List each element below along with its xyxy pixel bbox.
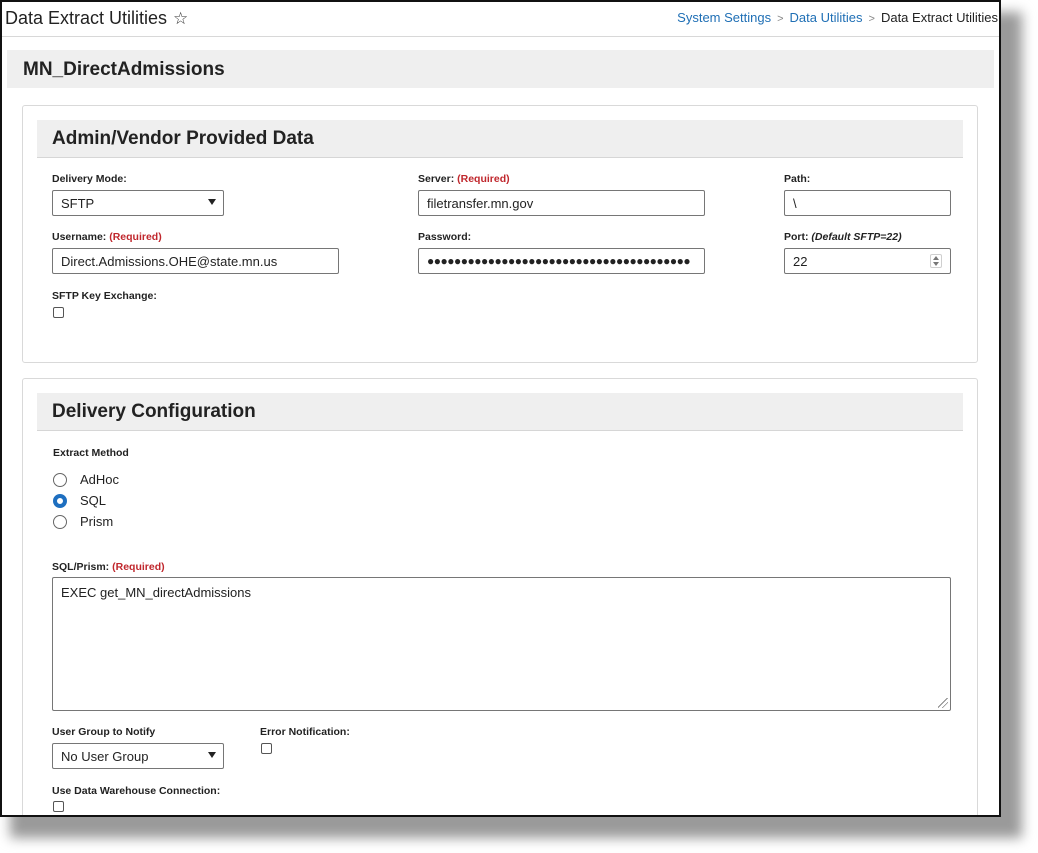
delivery-mode-label: Delivery Mode: xyxy=(52,173,127,185)
sftp-key-exchange-checkbox[interactable] xyxy=(53,307,64,318)
app-title-text: Data Extract Utilities xyxy=(5,8,168,28)
sql-prism-label-text: SQL/Prism: xyxy=(52,561,110,573)
page-header: MN_DirectAdmissions xyxy=(7,50,994,88)
username-label: Username: (Required) xyxy=(52,231,162,243)
username-label-text: Username: xyxy=(52,231,107,243)
radio-sql-label: SQL xyxy=(80,493,107,508)
favorite-star-icon[interactable]: ☆ xyxy=(173,9,188,29)
data-warehouse-checkbox[interactable] xyxy=(53,801,64,812)
delivery-config-panel: Delivery Configuration Extract Method Ad… xyxy=(22,378,978,815)
spinner-icon[interactable] xyxy=(930,254,942,268)
port-label-text: Port: xyxy=(784,231,809,243)
sftp-key-exchange-label: SFTP Key Exchange: xyxy=(52,290,157,302)
username-input[interactable]: Direct.Admissions.OHE@state.mn.us xyxy=(52,248,339,274)
delivery-mode-value: SFTP xyxy=(61,196,95,211)
resize-handle-icon[interactable] xyxy=(938,698,948,708)
port-value: 22 xyxy=(793,254,808,269)
radio-prism-circle[interactable] xyxy=(53,515,67,529)
page-title: MN_DirectAdmissions xyxy=(23,59,225,80)
user-group-label: User Group to Notify xyxy=(52,726,156,738)
user-group-select[interactable]: No User Group xyxy=(52,743,224,769)
top-bar: Data Extract Utilities ☆ System Settings >… xyxy=(2,2,999,37)
app-window: Data Extract Utilities ☆ System Settings >… xyxy=(0,0,1001,817)
admin-vendor-header: Admin/Vendor Provided Data xyxy=(37,120,963,158)
admin-vendor-panel: Admin/Vendor Provided Data Delivery Mode… xyxy=(22,105,978,363)
server-label: Server: (Required) xyxy=(418,173,510,185)
error-notification-checkbox[interactable] xyxy=(261,743,272,754)
path-input[interactable]: \ xyxy=(784,190,951,216)
server-label-text: Server: xyxy=(418,173,455,185)
extract-method-label: Extract Method xyxy=(53,447,129,459)
breadcrumb-data-utilities[interactable]: Data Utilities xyxy=(790,10,863,25)
username-required: (Required) xyxy=(109,231,162,243)
admin-vendor-title: Admin/Vendor Provided Data xyxy=(52,128,314,149)
delivery-config-header: Delivery Configuration xyxy=(37,393,963,431)
app-title: Data Extract Utilities ☆ xyxy=(5,8,188,29)
chevron-right-icon: > xyxy=(777,13,784,25)
port-hint: (Default SFTP=22) xyxy=(811,231,902,243)
sql-prism-textarea[interactable]: EXEC get_MN_directAdmissions xyxy=(52,577,951,711)
breadcrumb-current: Data Extract Utilities xyxy=(880,10,998,25)
radio-adhoc-label: AdHoc xyxy=(80,472,120,487)
dropdown-arrow-icon xyxy=(208,752,216,758)
sql-prism-value: EXEC get_MN_directAdmissions xyxy=(61,585,252,600)
breadcrumb: System Settings > Data Utilities > Data Extr… xyxy=(677,10,998,25)
sql-prism-label: SQL/Prism: (Required) xyxy=(52,561,165,573)
user-group-value: No User Group xyxy=(61,749,149,764)
breadcrumb-system-settings[interactable]: System Settings xyxy=(677,10,771,25)
delivery-config-title: Delivery Configuration xyxy=(52,401,256,422)
path-label: Path: xyxy=(784,173,811,185)
dropdown-arrow-icon xyxy=(208,199,216,205)
radio-prism-label: Prism xyxy=(80,514,114,529)
server-input[interactable]: filetransfer.mn.gov xyxy=(418,190,705,216)
radio-sql-circle[interactable] xyxy=(53,494,67,508)
sql-prism-required: (Required) xyxy=(112,561,165,573)
chevron-right-icon: > xyxy=(868,13,875,25)
password-input[interactable]: ●●●●●●●●●●●●●●●●●●●●●●●●●●●●●●●●●●●●●●● xyxy=(418,248,705,274)
radio-adhoc-circle[interactable] xyxy=(53,473,67,487)
error-notification-label: Error Notification: xyxy=(260,726,350,738)
port-label: Port: (Default SFTP=22) xyxy=(784,231,902,243)
data-warehouse-label: Use Data Warehouse Connection: xyxy=(52,785,221,797)
password-label: Password: xyxy=(418,231,472,243)
delivery-mode-select[interactable]: SFTP xyxy=(52,190,224,216)
server-required: (Required) xyxy=(457,173,510,185)
port-input[interactable]: 22 xyxy=(784,248,951,274)
